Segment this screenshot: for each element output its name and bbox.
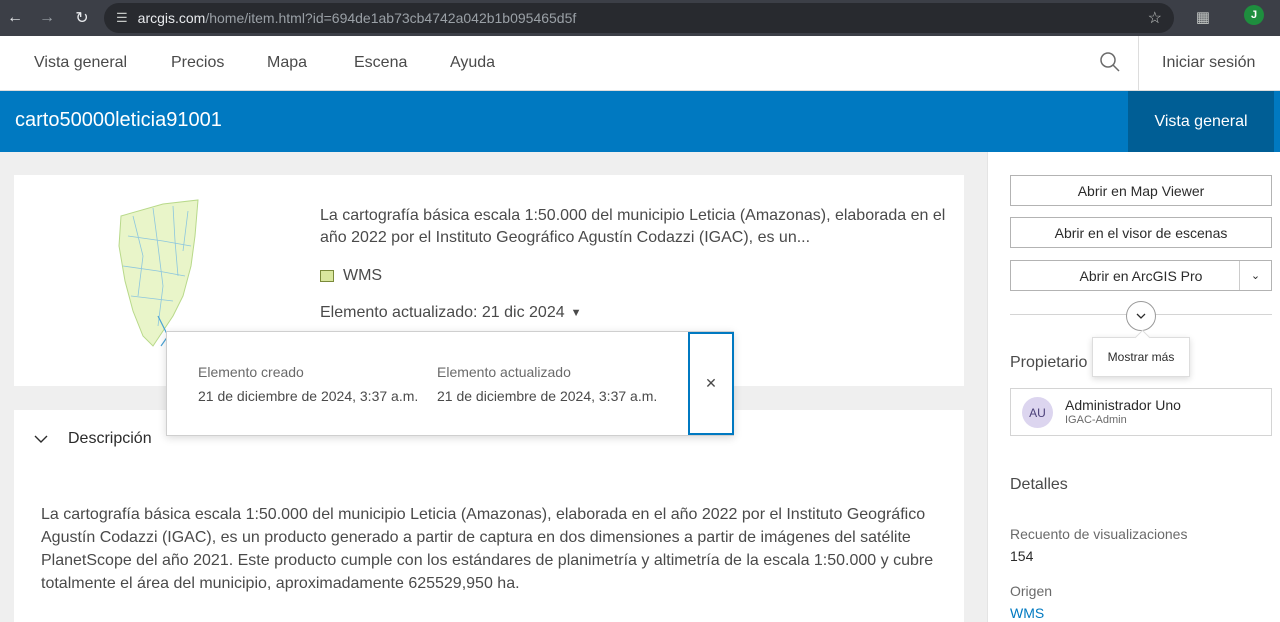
updated-dropdown[interactable]: Elemento actualizado: 21 dic 2024 ▼ bbox=[320, 304, 582, 322]
close-icon[interactable]: ✕ bbox=[688, 332, 734, 435]
nav-item-ayuda[interactable]: Ayuda bbox=[450, 54, 495, 72]
sign-in-link[interactable]: Iniciar sesión bbox=[1162, 54, 1255, 72]
open-scene-viewer-button[interactable]: Abrir en el visor de escenas bbox=[1010, 217, 1272, 248]
updated-label: Elemento actualizado: 21 dic 2024 bbox=[320, 304, 565, 321]
nav-item-escena[interactable]: Escena bbox=[354, 54, 407, 72]
item-header: carto50000leticia91001 Vista general bbox=[0, 91, 1280, 152]
created-label: Elemento creado bbox=[198, 364, 304, 380]
site-info-icon[interactable]: ☰ bbox=[116, 10, 128, 26]
updated-date-value: 21 de diciembre de 2024, 3:37 a.m. bbox=[437, 388, 658, 404]
description-toggle[interactable]: Descripción bbox=[34, 430, 152, 448]
views-value: 154 bbox=[1010, 548, 1034, 564]
show-more-tooltip: Mostrar más bbox=[1092, 337, 1190, 377]
updated-column: Elemento actualizado 21 de diciembre de … bbox=[437, 364, 657, 404]
owner-card[interactable]: AU Administrador Uno IGAC-Admin bbox=[1010, 388, 1272, 436]
bookmark-star-icon[interactable]: ☆ bbox=[1148, 8, 1162, 28]
show-more-button[interactable] bbox=[1126, 301, 1156, 331]
page-title: carto50000leticia91001 bbox=[15, 109, 222, 131]
top-navigation: Vista general Precios Mapa Escena Ayuda … bbox=[0, 36, 1280, 91]
source-link[interactable]: WMS bbox=[1010, 605, 1044, 621]
avatar: AU bbox=[1022, 397, 1053, 428]
item-thumbnail-map[interactable] bbox=[103, 196, 213, 350]
caret-down-icon: ▼ bbox=[570, 307, 582, 319]
profile-avatar[interactable]: J bbox=[1244, 5, 1264, 25]
source-label: Origen bbox=[1010, 583, 1053, 599]
address-bar[interactable]: ☰ arcgis.com/home/item.html?id=694de1ab7… bbox=[104, 3, 1174, 33]
open-arcgis-pro-label: Abrir en ArcGIS Pro bbox=[1079, 267, 1203, 284]
open-map-viewer-button[interactable]: Abrir en Map Viewer bbox=[1010, 175, 1272, 206]
owner-username: IGAC-Admin bbox=[1065, 414, 1127, 426]
back-icon[interactable]: ← bbox=[0, 3, 30, 33]
url-host: arcgis.com bbox=[137, 10, 206, 26]
map-service-icon bbox=[320, 270, 334, 282]
created-column: Elemento creado 21 de diciembre de 2024,… bbox=[198, 364, 418, 404]
nav-item-precios[interactable]: Precios bbox=[171, 54, 224, 72]
description-text: La cartografía básica escala 1:50.000 de… bbox=[41, 506, 934, 592]
item-type: WMS bbox=[320, 267, 382, 285]
nav-item-vista-general[interactable]: Vista general bbox=[34, 54, 127, 72]
search-icon[interactable] bbox=[1099, 51, 1121, 73]
chevron-down-icon[interactable]: ⌄ bbox=[1239, 261, 1271, 290]
chevron-down-icon bbox=[34, 435, 48, 443]
dates-popover: Elemento creado 21 de diciembre de 2024,… bbox=[166, 331, 734, 436]
tab-vista-general[interactable]: Vista general bbox=[1128, 91, 1274, 152]
nav-item-mapa[interactable]: Mapa bbox=[267, 54, 307, 72]
owner-heading: Propietario bbox=[1010, 354, 1088, 371]
item-type-label: WMS bbox=[343, 267, 383, 284]
views-label: Recuento de visualizaciones bbox=[1010, 526, 1188, 542]
open-arcgis-pro-button[interactable]: Abrir en ArcGIS Pro ⌄ bbox=[1010, 260, 1272, 291]
chevron-down-icon bbox=[1136, 313, 1146, 319]
updated-date-label: Elemento actualizado bbox=[437, 364, 571, 380]
extensions-icon[interactable]: ▦ bbox=[1192, 6, 1214, 28]
browser-toolbar: ← → ↻ ☰ arcgis.com/home/item.html?id=694… bbox=[0, 0, 1280, 36]
owner-name: Administrador Uno bbox=[1065, 397, 1181, 413]
details-heading: Detalles bbox=[1010, 476, 1068, 493]
created-value: 21 de diciembre de 2024, 3:37 a.m. bbox=[198, 388, 419, 404]
description-heading: Descripción bbox=[68, 430, 152, 447]
url-path: /home/item.html?id=694de1ab73cb4742a042b… bbox=[205, 10, 577, 26]
reload-icon[interactable]: ↻ bbox=[67, 3, 97, 33]
forward-icon[interactable]: → bbox=[32, 3, 62, 33]
nav-divider bbox=[1138, 36, 1139, 90]
item-summary: La cartografía básica escala 1:50.000 de… bbox=[320, 207, 946, 246]
